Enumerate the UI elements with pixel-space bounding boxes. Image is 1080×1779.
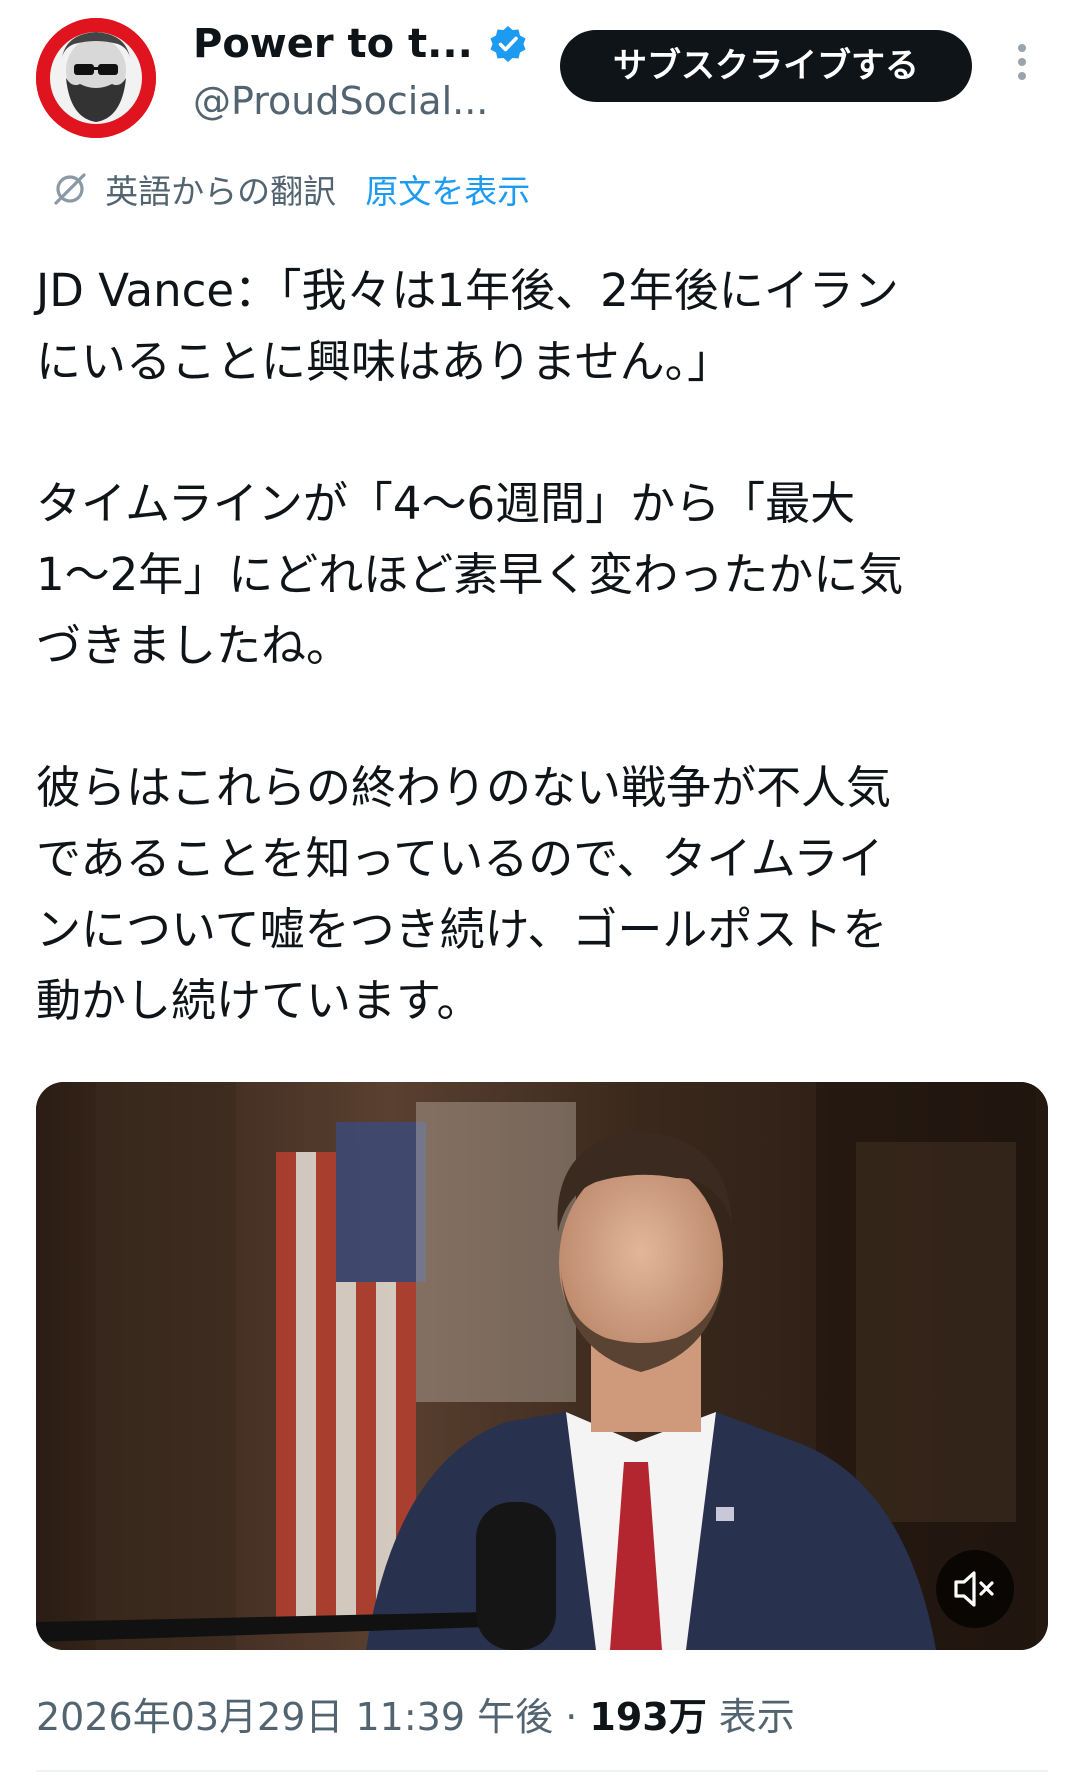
avatar-image	[36, 18, 156, 138]
translation-label: 英語からの翻訳	[105, 172, 337, 211]
avatar[interactable]	[36, 18, 156, 138]
more-dot	[1018, 72, 1026, 80]
more-dot	[1018, 58, 1026, 66]
more-dot	[1018, 44, 1026, 52]
verified-badge-icon	[490, 26, 526, 62]
video-player[interactable]	[36, 1082, 1048, 1650]
mute-button[interactable]	[936, 1550, 1014, 1628]
muted-speaker-icon	[954, 1571, 994, 1607]
meta-separator: ·	[565, 1695, 578, 1739]
tweet-header: Power to t... @ProudSocial... サブスクライブする	[0, 0, 1080, 150]
timestamp[interactable]: 2026年03月29日 11:39 午後	[36, 1695, 553, 1739]
video-frame	[36, 1082, 1048, 1650]
divider	[36, 1770, 1048, 1772]
show-original-link[interactable]: 原文を表示	[365, 165, 530, 213]
views-count: 193万	[589, 1695, 707, 1739]
subscribe-button[interactable]: サブスクライブする	[560, 30, 972, 102]
author-name-row[interactable]: Power to t...	[193, 20, 528, 68]
tweet-text: JD Vance：「我々は1年後、2年後にイラン にいることに興味はありません。…	[36, 264, 904, 1027]
views-label: 表示	[718, 1695, 795, 1739]
more-options-icon[interactable]	[1010, 44, 1034, 88]
translate-icon	[54, 173, 86, 205]
translation-row: 英語からの翻訳 原文を表示	[50, 165, 530, 211]
author-display-name[interactable]: Power to t...	[193, 20, 473, 68]
tweet-meta: 2026年03月29日 11:39 午後 · 193万 表示	[36, 1692, 795, 1742]
author-handle[interactable]: @ProudSocial...	[193, 78, 488, 124]
